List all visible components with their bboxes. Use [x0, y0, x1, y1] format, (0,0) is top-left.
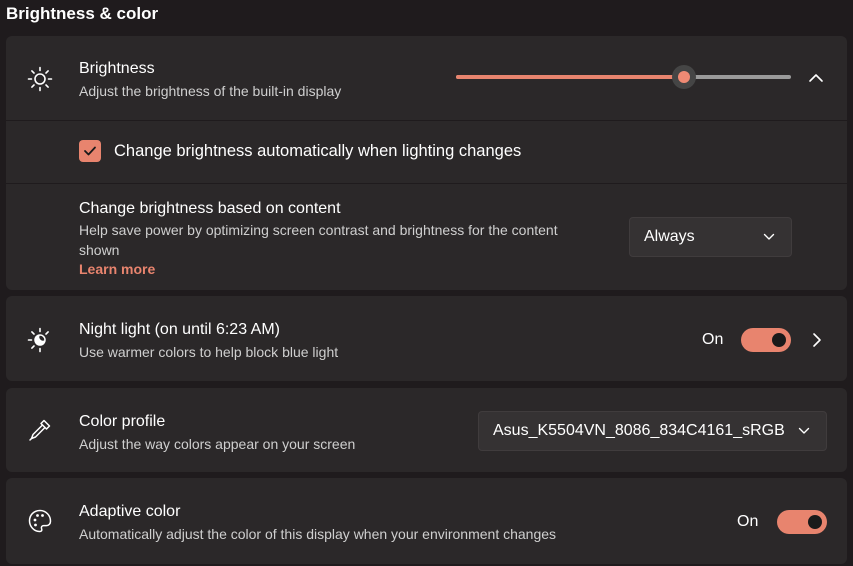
- auto-brightness-row: Change brightness automatically when lig…: [6, 121, 847, 183]
- color-profile-description: Adjust the way colors appear on your scr…: [79, 436, 356, 452]
- night-light-card[interactable]: Night light (on until 6:23 AM) Use warme…: [6, 296, 847, 381]
- adaptive-color-description: Automatically adjust the color of this d…: [79, 526, 557, 542]
- night-light-description: Use warmer colors to help block blue lig…: [79, 344, 339, 360]
- eyedropper-icon: [27, 417, 53, 443]
- brightness-title: Brightness: [79, 60, 155, 77]
- chevron-down-icon: [798, 422, 810, 440]
- auto-brightness-checkbox[interactable]: [79, 140, 101, 162]
- night-light-state: On: [702, 331, 724, 348]
- color-profile-card: Color profile Adjust the way colors appe…: [6, 388, 847, 472]
- content-brightness-title: Change brightness based on content: [79, 200, 341, 217]
- night-light-icon: [27, 327, 53, 353]
- adaptive-color-card: Adaptive color Automatically adjust the …: [6, 478, 847, 564]
- content-brightness-row: Change brightness based on content Help …: [6, 184, 847, 290]
- adaptive-color-state: On: [737, 513, 759, 530]
- night-light-toggle[interactable]: [741, 328, 791, 352]
- chevron-right-icon[interactable]: [812, 332, 822, 353]
- color-profile-dropdown[interactable]: Asus_K5504VN_8086_834C4161_sRGB: [478, 411, 827, 451]
- sun-icon: [27, 66, 53, 92]
- brightness-card: Brightness Adjust the brightness of the …: [6, 36, 847, 290]
- night-light-title: Night light (on until 6:23 AM): [79, 321, 280, 338]
- palette-icon: [27, 508, 53, 534]
- content-brightness-description: Help save power by optimizing screen con…: [79, 222, 558, 258]
- color-profile-title: Color profile: [79, 413, 166, 430]
- brightness-row[interactable]: Brightness Adjust the brightness of the …: [6, 36, 847, 120]
- brightness-description: Adjust the brightness of the built-in di…: [79, 83, 342, 99]
- content-brightness-dropdown[interactable]: Always: [629, 217, 792, 257]
- content-brightness-dropdown-value: Always: [644, 228, 695, 245]
- auto-brightness-label[interactable]: Change brightness automatically when lig…: [114, 142, 521, 161]
- learn-more-link[interactable]: Learn more: [79, 261, 155, 277]
- adaptive-color-toggle[interactable]: [777, 510, 827, 534]
- chevron-down-icon: [763, 228, 775, 246]
- brightness-slider-thumb[interactable]: [671, 65, 696, 89]
- color-profile-dropdown-value: Asus_K5504VN_8086_834C4161_sRGB: [493, 422, 785, 439]
- adaptive-color-title: Adaptive color: [79, 503, 181, 520]
- section-title: Brightness & color: [6, 4, 159, 23]
- collapse-chevron-up-icon[interactable]: [808, 70, 824, 88]
- brightness-slider-fill: [456, 75, 684, 79]
- brightness-slider[interactable]: [456, 65, 791, 89]
